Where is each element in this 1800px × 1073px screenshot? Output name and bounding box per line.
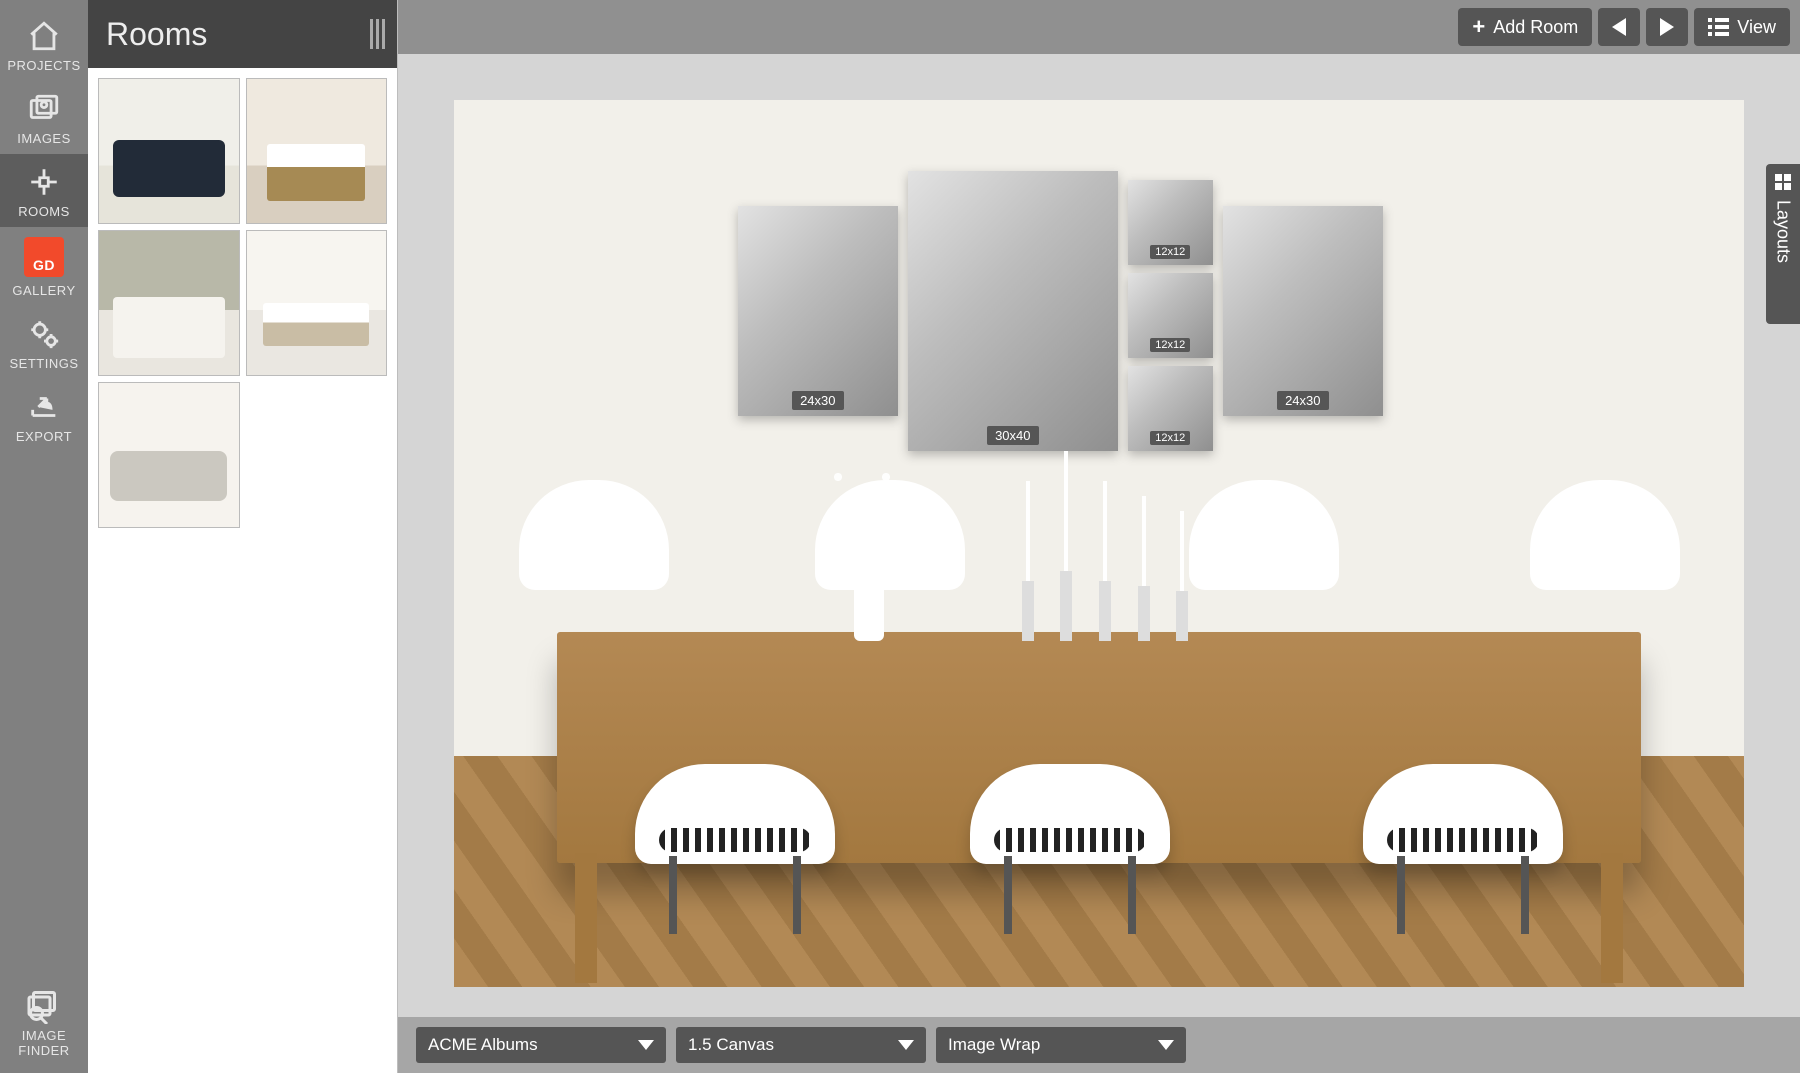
caret-down-icon (898, 1040, 914, 1050)
room-canvas[interactable]: 24x30 30x40 12x12 12x12 (454, 100, 1744, 987)
nav-settings[interactable]: SETTINGS (0, 306, 88, 379)
next-room-button[interactable] (1646, 8, 1688, 46)
room-thumb[interactable] (98, 78, 240, 224)
wall-art[interactable]: 24x30 (738, 206, 898, 416)
topbar: + Add Room View (398, 0, 1800, 54)
home-icon (24, 18, 64, 54)
room-prop (1099, 581, 1111, 641)
room-prop (970, 694, 1170, 934)
room-prop (519, 480, 669, 650)
image-finder-icon (24, 988, 64, 1024)
add-room-button[interactable]: + Add Room (1458, 8, 1592, 46)
room-prop (1176, 591, 1188, 641)
gallery-icon: GD (24, 237, 64, 277)
triangle-left-icon (1612, 18, 1626, 36)
room-thumb[interactable] (98, 382, 240, 528)
images-icon (24, 91, 64, 127)
triangle-right-icon (1660, 18, 1674, 36)
rooms-panel: Rooms (88, 0, 398, 1073)
size-badge: 24x30 (792, 391, 843, 410)
panel-title: Rooms (106, 16, 207, 53)
gear-icon (24, 316, 64, 352)
panel-drag-handle-icon[interactable] (370, 19, 385, 49)
layouts-tab[interactable]: Layouts (1766, 164, 1800, 324)
plus-icon: + (1472, 14, 1485, 40)
wall-art[interactable]: 12x12 (1128, 366, 1213, 451)
room-thumb[interactable] (98, 230, 240, 376)
list-icon (1708, 18, 1729, 36)
prev-room-button[interactable] (1598, 8, 1640, 46)
grid-icon (1775, 174, 1791, 190)
wall-art[interactable]: 24x30 (1223, 206, 1383, 416)
canvas-wrap: 24x30 30x40 12x12 12x12 (398, 54, 1800, 1017)
vendor-select[interactable]: ACME Albums (416, 1027, 666, 1063)
product-select[interactable]: 1.5 Canvas (676, 1027, 926, 1063)
wall-art[interactable]: 30x40 (908, 171, 1118, 451)
room-prop (802, 421, 922, 561)
view-button[interactable]: View (1694, 8, 1790, 46)
nav-export[interactable]: EXPORT (0, 379, 88, 452)
size-badge: 12x12 (1150, 245, 1190, 259)
nav-projects[interactable]: PROJECTS (0, 8, 88, 81)
room-thumb[interactable] (246, 230, 388, 376)
room-prop (1022, 581, 1034, 641)
size-badge: 12x12 (1150, 338, 1190, 352)
room-prop (1189, 480, 1339, 650)
room-prop (1530, 480, 1680, 650)
caret-down-icon (1158, 1040, 1174, 1050)
nav-rail: PROJECTS IMAGES ROOMS GD GALLERY SETTING… (0, 0, 88, 1073)
wall-art[interactable]: 12x12 (1128, 180, 1213, 265)
nav-images[interactable]: IMAGES (0, 81, 88, 154)
size-badge: 24x30 (1277, 391, 1328, 410)
panel-header: Rooms (88, 0, 397, 68)
room-prop (1138, 586, 1150, 641)
nav-gallery[interactable]: GD GALLERY (0, 227, 88, 306)
rooms-thumbnails (88, 68, 397, 1073)
caret-down-icon (638, 1040, 654, 1050)
workspace: + Add Room View 24x30 (398, 0, 1800, 1073)
room-prop (1363, 694, 1563, 934)
wrap-select[interactable]: Image Wrap (936, 1027, 1186, 1063)
export-icon (24, 389, 64, 425)
nav-rooms[interactable]: ROOMS (0, 154, 88, 227)
rooms-icon (24, 164, 64, 200)
room-prop (1060, 571, 1072, 641)
wall-art-cluster[interactable]: 24x30 30x40 12x12 12x12 (738, 171, 1383, 451)
wall-art[interactable]: 12x12 (1128, 273, 1213, 358)
size-badge: 12x12 (1150, 431, 1190, 445)
room-thumb[interactable] (246, 78, 388, 224)
bottombar: ACME Albums 1.5 Canvas Image Wrap (398, 1017, 1800, 1073)
room-prop (635, 694, 835, 934)
size-badge: 30x40 (987, 426, 1038, 445)
nav-image-finder[interactable]: IMAGE FINDER (0, 978, 88, 1073)
